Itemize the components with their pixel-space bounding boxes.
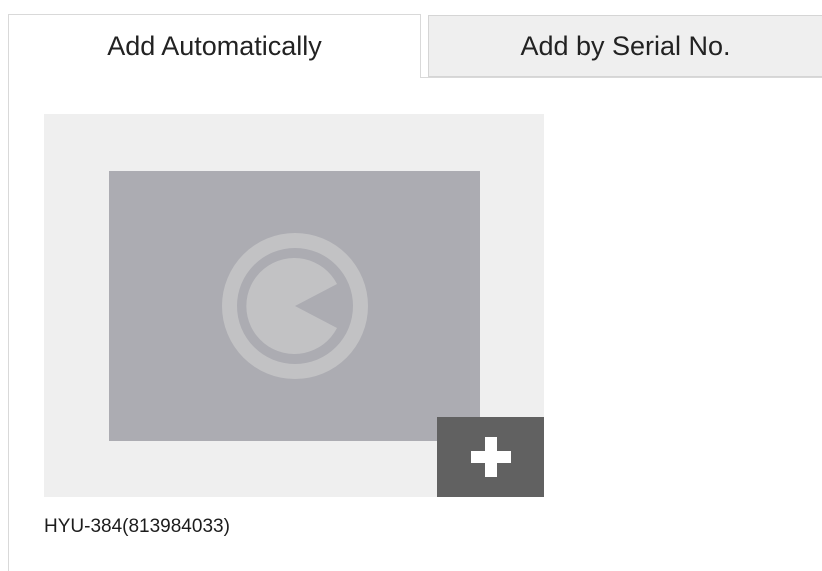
panel-border <box>8 78 9 571</box>
plus-icon <box>470 437 511 477</box>
tab-divider <box>421 77 822 78</box>
device-card[interactable] <box>44 114 544 497</box>
tab-add-automatically[interactable]: Add Automatically <box>8 14 421 78</box>
device-thumbnail <box>109 171 480 441</box>
camera-placeholder-icon <box>221 233 368 379</box>
tab-add-by-serial-label: Add by Serial No. <box>520 30 731 61</box>
device-name-label: HYU-384(813984033) <box>44 516 230 537</box>
tab-add-by-serial[interactable]: Add by Serial No. <box>428 15 822 77</box>
tab-add-automatically-label: Add Automatically <box>107 31 322 61</box>
add-device-panel: Add Automatically Add by Serial No. HYU-… <box>0 0 822 571</box>
add-device-button[interactable] <box>437 417 544 497</box>
